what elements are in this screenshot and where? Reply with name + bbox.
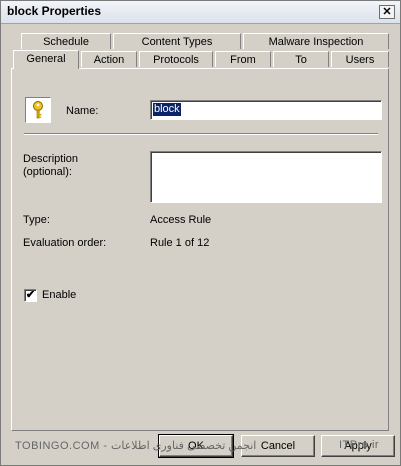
tab-malware-inspection[interactable]: Malware Inspection: [243, 33, 389, 49]
window-title: block Properties: [7, 4, 102, 18]
description-textarea[interactable]: [150, 151, 382, 203]
watermark-right: ITPro.ir: [339, 439, 380, 451]
name-input-value: block: [153, 103, 181, 116]
checkmark-icon: ✔: [25, 289, 36, 301]
type-value: Access Rule: [150, 214, 212, 226]
key-icon: [25, 97, 51, 123]
general-tab-panel: Name: block Description (optional): Type…: [11, 68, 389, 431]
name-label: Name:: [66, 105, 99, 117]
tab-protocols[interactable]: Protocols: [139, 51, 213, 67]
evaluation-order-label: Evaluation order:: [23, 237, 107, 249]
properties-dialog: block Properties ✕ Schedule Content Type…: [0, 0, 401, 466]
tab-from[interactable]: From: [215, 51, 271, 67]
close-button[interactable]: ✕: [379, 5, 395, 19]
tab-to[interactable]: To: [273, 51, 329, 67]
evaluation-order-value: Rule 1 of 12: [150, 237, 210, 249]
tab-general[interactable]: General: [13, 50, 79, 69]
watermark-left: TOBINGO.COM - انجمن تخصصی فناوری اطلاعات: [15, 440, 257, 452]
tab-content-types[interactable]: Content Types: [113, 33, 241, 49]
enable-checkbox[interactable]: ✔: [24, 289, 37, 302]
description-label-optional: (optional):: [23, 166, 72, 178]
tab-schedule[interactable]: Schedule: [21, 33, 111, 49]
description-label: Description: [23, 153, 79, 165]
tab-action[interactable]: Action: [81, 51, 137, 67]
enable-label: Enable: [42, 289, 77, 301]
tab-users[interactable]: Users: [331, 51, 389, 67]
name-input[interactable]: block: [150, 100, 382, 120]
divider: [24, 133, 378, 135]
type-label: Type:: [23, 214, 50, 226]
close-icon: ✕: [382, 6, 392, 18]
title-bar: block Properties ✕: [1, 1, 400, 24]
